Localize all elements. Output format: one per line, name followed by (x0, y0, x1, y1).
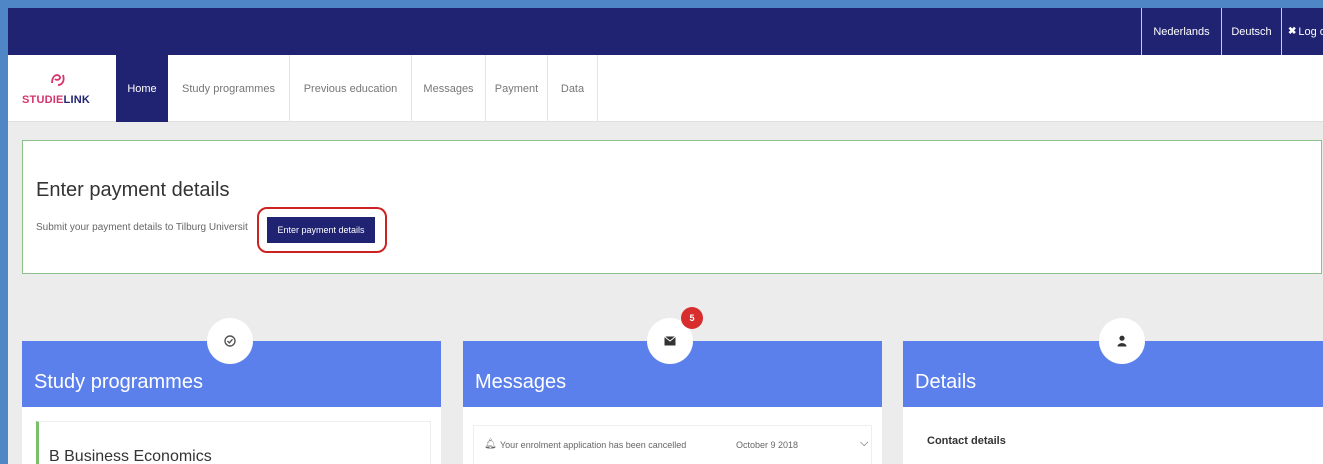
tab-messages[interactable]: Messages (412, 55, 486, 122)
messages-card: Messages 🔔︎ Your enrolment application h… (463, 318, 882, 464)
user-icon (1099, 318, 1145, 364)
programme-name: B Business Economics (49, 448, 212, 464)
details-card: Details Contact details (903, 318, 1323, 464)
card-title: Details (915, 371, 977, 393)
logo-text: STUDIELINK (22, 94, 91, 106)
language-dutch-link[interactable]: Nederlands (1141, 8, 1221, 55)
logout-link[interactable]: ✖Log o (1281, 8, 1323, 55)
unread-count-badge: 5 (681, 307, 703, 329)
card-title: Messages (475, 371, 567, 393)
logout-label: Log o (1298, 25, 1323, 38)
language-german-link[interactable]: Deutsch (1221, 8, 1281, 55)
list-item[interactable]: 🔔︎ Your enrolment application has been c… (473, 425, 872, 464)
study-programmes-card: Study programmes B Business Economics (22, 318, 441, 464)
section-heading: Contact details (927, 435, 1006, 447)
contact-details-section: Contact details (917, 425, 1313, 464)
message-date: October 9 2018 (736, 440, 799, 450)
chevron-down-icon[interactable]: ⌵ (860, 437, 868, 450)
logo-mark-icon (51, 74, 65, 86)
tab-home[interactable]: Home (116, 43, 168, 122)
tab-payment[interactable]: Payment (486, 55, 548, 122)
top-bar: Nederlands Deutsch ✖Log o (8, 8, 1323, 55)
bell-icon: 🔔︎ (484, 439, 497, 450)
list-item[interactable]: B Business Economics (36, 421, 431, 464)
tab-study-programmes[interactable]: Study programmes (168, 55, 290, 122)
notice-text: Submit your payment details to Tilburg U… (36, 222, 248, 233)
check-circle-icon (207, 318, 253, 364)
enter-payment-details-button[interactable]: Enter payment details (267, 217, 375, 243)
card-title: Study programmes (34, 371, 203, 393)
close-icon: ✖ (1288, 26, 1297, 37)
payment-notice: Enter payment details Submit your paymen… (22, 140, 1322, 274)
tab-data[interactable]: Data (548, 55, 598, 122)
main-nav: STUDIELINK Home Study programmes Previou… (8, 43, 1323, 122)
notice-title: Enter payment details (36, 179, 230, 201)
message-text: Your enrolment application has been canc… (500, 440, 687, 450)
tab-previous-education[interactable]: Previous education (290, 55, 412, 122)
studielink-logo[interactable]: STUDIELINK (22, 69, 92, 109)
